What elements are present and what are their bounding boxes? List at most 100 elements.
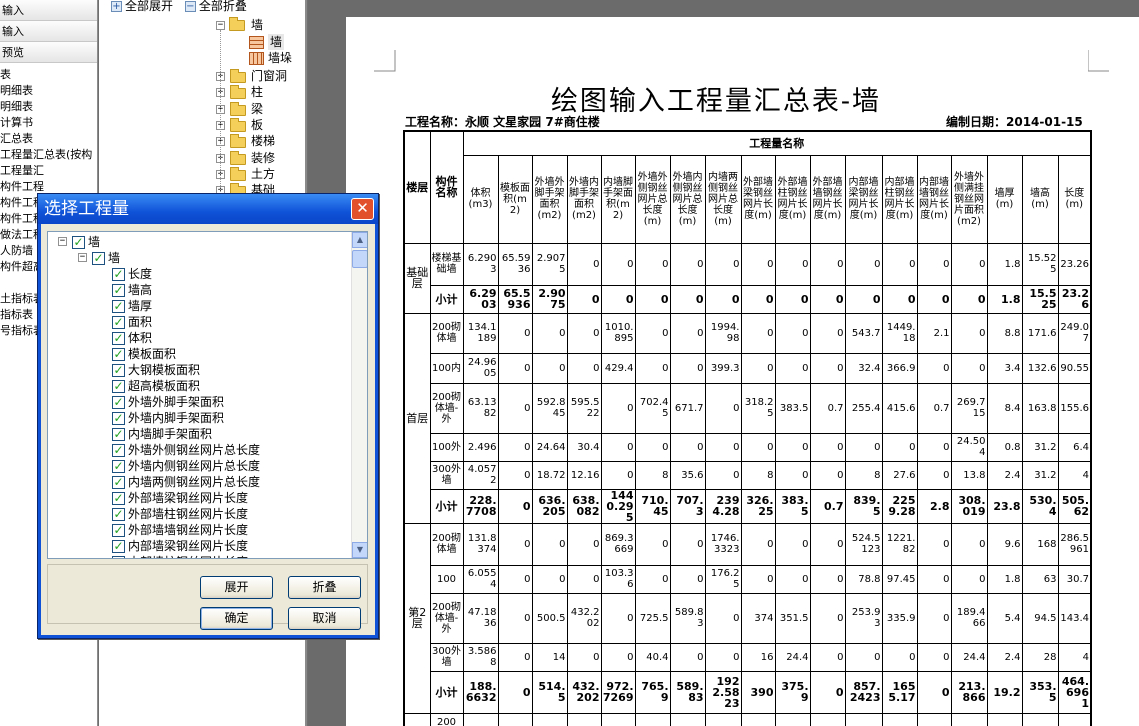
checkbox-checked-icon[interactable]: ✓	[112, 284, 125, 297]
quantity-option[interactable]: ✓ 模板面积	[112, 346, 176, 362]
quantity-option[interactable]: ✓ 内墙两侧钢丝网片总长度	[112, 474, 260, 490]
quantity-option[interactable]: ✓ 长度	[112, 266, 152, 282]
tree-node-doors-windows[interactable]: 门窗洞	[251, 68, 287, 84]
checkbox-checked-icon[interactable]: ✓	[112, 508, 125, 521]
value-cell: 0	[704, 284, 742, 314]
checkbox-checked-icon[interactable]: ✓	[112, 444, 125, 457]
left-panel-button[interactable]: 预览	[0, 42, 97, 63]
report-list-item[interactable]: 表	[0, 67, 97, 83]
left-panel-button[interactable]: 输入	[0, 21, 97, 42]
expand-button[interactable]: 展开	[200, 576, 273, 599]
checkbox-checked-icon[interactable]: ✓	[112, 524, 125, 537]
value-cell: 0	[950, 284, 988, 314]
checkbox-checked-icon[interactable]: ✓	[72, 236, 85, 249]
checkbox-checked-icon[interactable]: ✓	[112, 332, 125, 345]
tree-child-wall[interactable]: ✓ 墙	[92, 250, 120, 266]
checkbox-checked-icon[interactable]: ✓	[92, 252, 105, 265]
value-cell: 636.205	[531, 488, 568, 524]
value-cell: 514.5	[531, 670, 568, 714]
ok-button[interactable]: 确定	[200, 607, 273, 630]
quantity-option[interactable]: ✓ 体积	[112, 330, 152, 346]
tree-node-stair[interactable]: 楼梯	[251, 133, 275, 149]
checkbox-checked-icon[interactable]: ✓	[112, 460, 125, 473]
collapse-toggle-icon[interactable]: −	[78, 253, 87, 262]
value-cell: 0	[740, 564, 776, 594]
checkbox-checked-icon[interactable]: ✓	[112, 540, 125, 553]
dialog-title-bar[interactable]: 选择工程量	[38, 194, 378, 224]
checkbox-checked-icon[interactable]: ✓	[112, 476, 125, 489]
left-panel-button[interactable]: 输入	[0, 0, 97, 21]
scroll-down-icon[interactable]: ▼	[352, 542, 367, 558]
collapse-button[interactable]: 折叠	[288, 576, 361, 599]
tree-node-beam[interactable]: 梁	[251, 101, 263, 117]
scroll-thumb[interactable]	[352, 250, 367, 268]
checkbox-checked-icon[interactable]: ✓	[112, 268, 125, 281]
value-cell: 972.7269	[600, 670, 636, 714]
report-list-item[interactable]: 明细表	[0, 99, 97, 115]
quantity-option[interactable]: ✓ 外部墙梁钢丝网片长度	[112, 490, 248, 506]
quantity-option[interactable]: ✓ 墙高	[112, 282, 152, 298]
collapse-all-button[interactable]: − 全部折叠	[184, 0, 247, 14]
tree-node-column[interactable]: 柱	[251, 84, 263, 100]
checkbox-checked-icon[interactable]: ✓	[112, 428, 125, 441]
quantity-option[interactable]: ✓ 墙厚	[112, 298, 152, 314]
scroll-up-icon[interactable]: ▲	[352, 232, 367, 248]
vertical-scrollbar[interactable]: ▲ ▼	[351, 232, 367, 558]
value-cell: 0	[740, 352, 776, 384]
quantity-option[interactable]: ✓内部墙柱钢丝网片长度	[112, 554, 248, 558]
tree-node-slab[interactable]: 板	[251, 117, 263, 133]
value-cell: 366.9	[881, 352, 918, 384]
report-list-item[interactable]: 工程量汇总表(按构	[0, 147, 97, 163]
column-header: 内墙两侧钢丝网片总长度(m)	[704, 154, 742, 244]
report-list-item[interactable]: 汇总表	[0, 131, 97, 147]
collapse-toggle-icon[interactable]: −	[58, 237, 67, 246]
value-cell: 0	[531, 352, 568, 384]
value-cell: 15.525	[1021, 284, 1059, 314]
tree-node-wall[interactable]: 墙	[251, 17, 263, 33]
header-quantity-group: 工程量名称	[462, 130, 1092, 156]
value-cell: 353.5	[1021, 670, 1059, 714]
value-cell: 171.6	[1021, 312, 1059, 354]
report-list-item[interactable]: 工程量汇	[0, 163, 97, 179]
checkbox-checked-icon[interactable]: ✓	[112, 556, 125, 558]
quantity-option[interactable]: ✓ 面积	[112, 314, 152, 330]
value-cell: 0	[950, 242, 988, 286]
tree-root-wall[interactable]: ✓ 墙	[72, 234, 100, 250]
quantity-option[interactable]: ✓ 外墙内侧钢丝网片总长度	[112, 458, 260, 474]
report-list-item[interactable]: 计算书	[0, 115, 97, 131]
checkbox-checked-icon[interactable]: ✓	[112, 316, 125, 329]
tree-node-decoration[interactable]: 装修	[251, 150, 275, 166]
checkbox-checked-icon[interactable]: ✓	[112, 364, 125, 377]
checkbox-checked-icon[interactable]: ✓	[112, 492, 125, 505]
close-icon[interactable]: ✕	[351, 198, 374, 220]
value-cell: 228.7708	[462, 488, 499, 524]
quantity-option[interactable]: ✓ 外部墙墙钢丝网片长度	[112, 522, 248, 538]
value-cell: 0.7	[916, 382, 952, 434]
table-row: 300外墙 3.5868 0 14 0 0 40.4 0 0 16 24.4 0 0 0 0 24.4 2.4 2…	[404, 642, 1092, 672]
collapse-toggle-icon[interactable]: −	[216, 21, 225, 30]
report-preview-area[interactable]: 绘图输入工程量汇总表-墙 工程名称：永顺 文星家园 7#商住楼 编制日期：201…	[308, 0, 1139, 726]
checkbox-checked-icon[interactable]: ✓	[112, 380, 125, 393]
quantity-tree[interactable]: − ✓ 墙 − ✓ 墙 ✓ 长度 ✓ 墙高 ✓ 墙厚 ✓ 面积 ✓ 体积 ✓ 模板面积 ✓ 大钢模板面积 ✓ 超高…	[47, 231, 368, 559]
checkbox-checked-icon[interactable]: ✓	[112, 300, 125, 313]
quantity-option[interactable]: ✓ 外墙外脚手架面积	[112, 394, 224, 410]
quantity-option[interactable]: ✓ 外墙外侧钢丝网片总长度	[112, 442, 260, 458]
value-cell: 63	[1021, 564, 1059, 594]
checkbox-checked-icon[interactable]: ✓	[112, 348, 125, 361]
report-list-item[interactable]: 明细表	[0, 83, 97, 99]
quantity-option[interactable]: ✓ 超高模板面积	[112, 378, 200, 394]
value-cell: 0	[774, 460, 811, 490]
expand-all-button[interactable]: + 全部展开	[111, 0, 173, 14]
quantity-option[interactable]: ✓ 内部墙梁钢丝网片长度	[112, 538, 248, 554]
checkbox-checked-icon[interactable]: ✓	[112, 396, 125, 409]
quantity-option[interactable]: ✓ 外墙内脚手架面积	[112, 410, 224, 426]
quantity-option[interactable]: ✓ 外部墙柱钢丝网片长度	[112, 506, 248, 522]
tree-node-earthwork[interactable]: 土方	[251, 166, 275, 182]
cancel-button[interactable]: 取消	[288, 607, 361, 630]
quantity-option[interactable]: ✓ 大钢模板面积	[112, 362, 200, 378]
value-cell	[844, 712, 883, 726]
quantity-option[interactable]: ✓ 内墙脚手架面积	[112, 426, 212, 442]
tree-node-wall-selected[interactable]: 墙	[268, 34, 285, 50]
checkbox-checked-icon[interactable]: ✓	[112, 412, 125, 425]
tree-node-wall-stack[interactable]: 墙垛	[268, 50, 292, 66]
